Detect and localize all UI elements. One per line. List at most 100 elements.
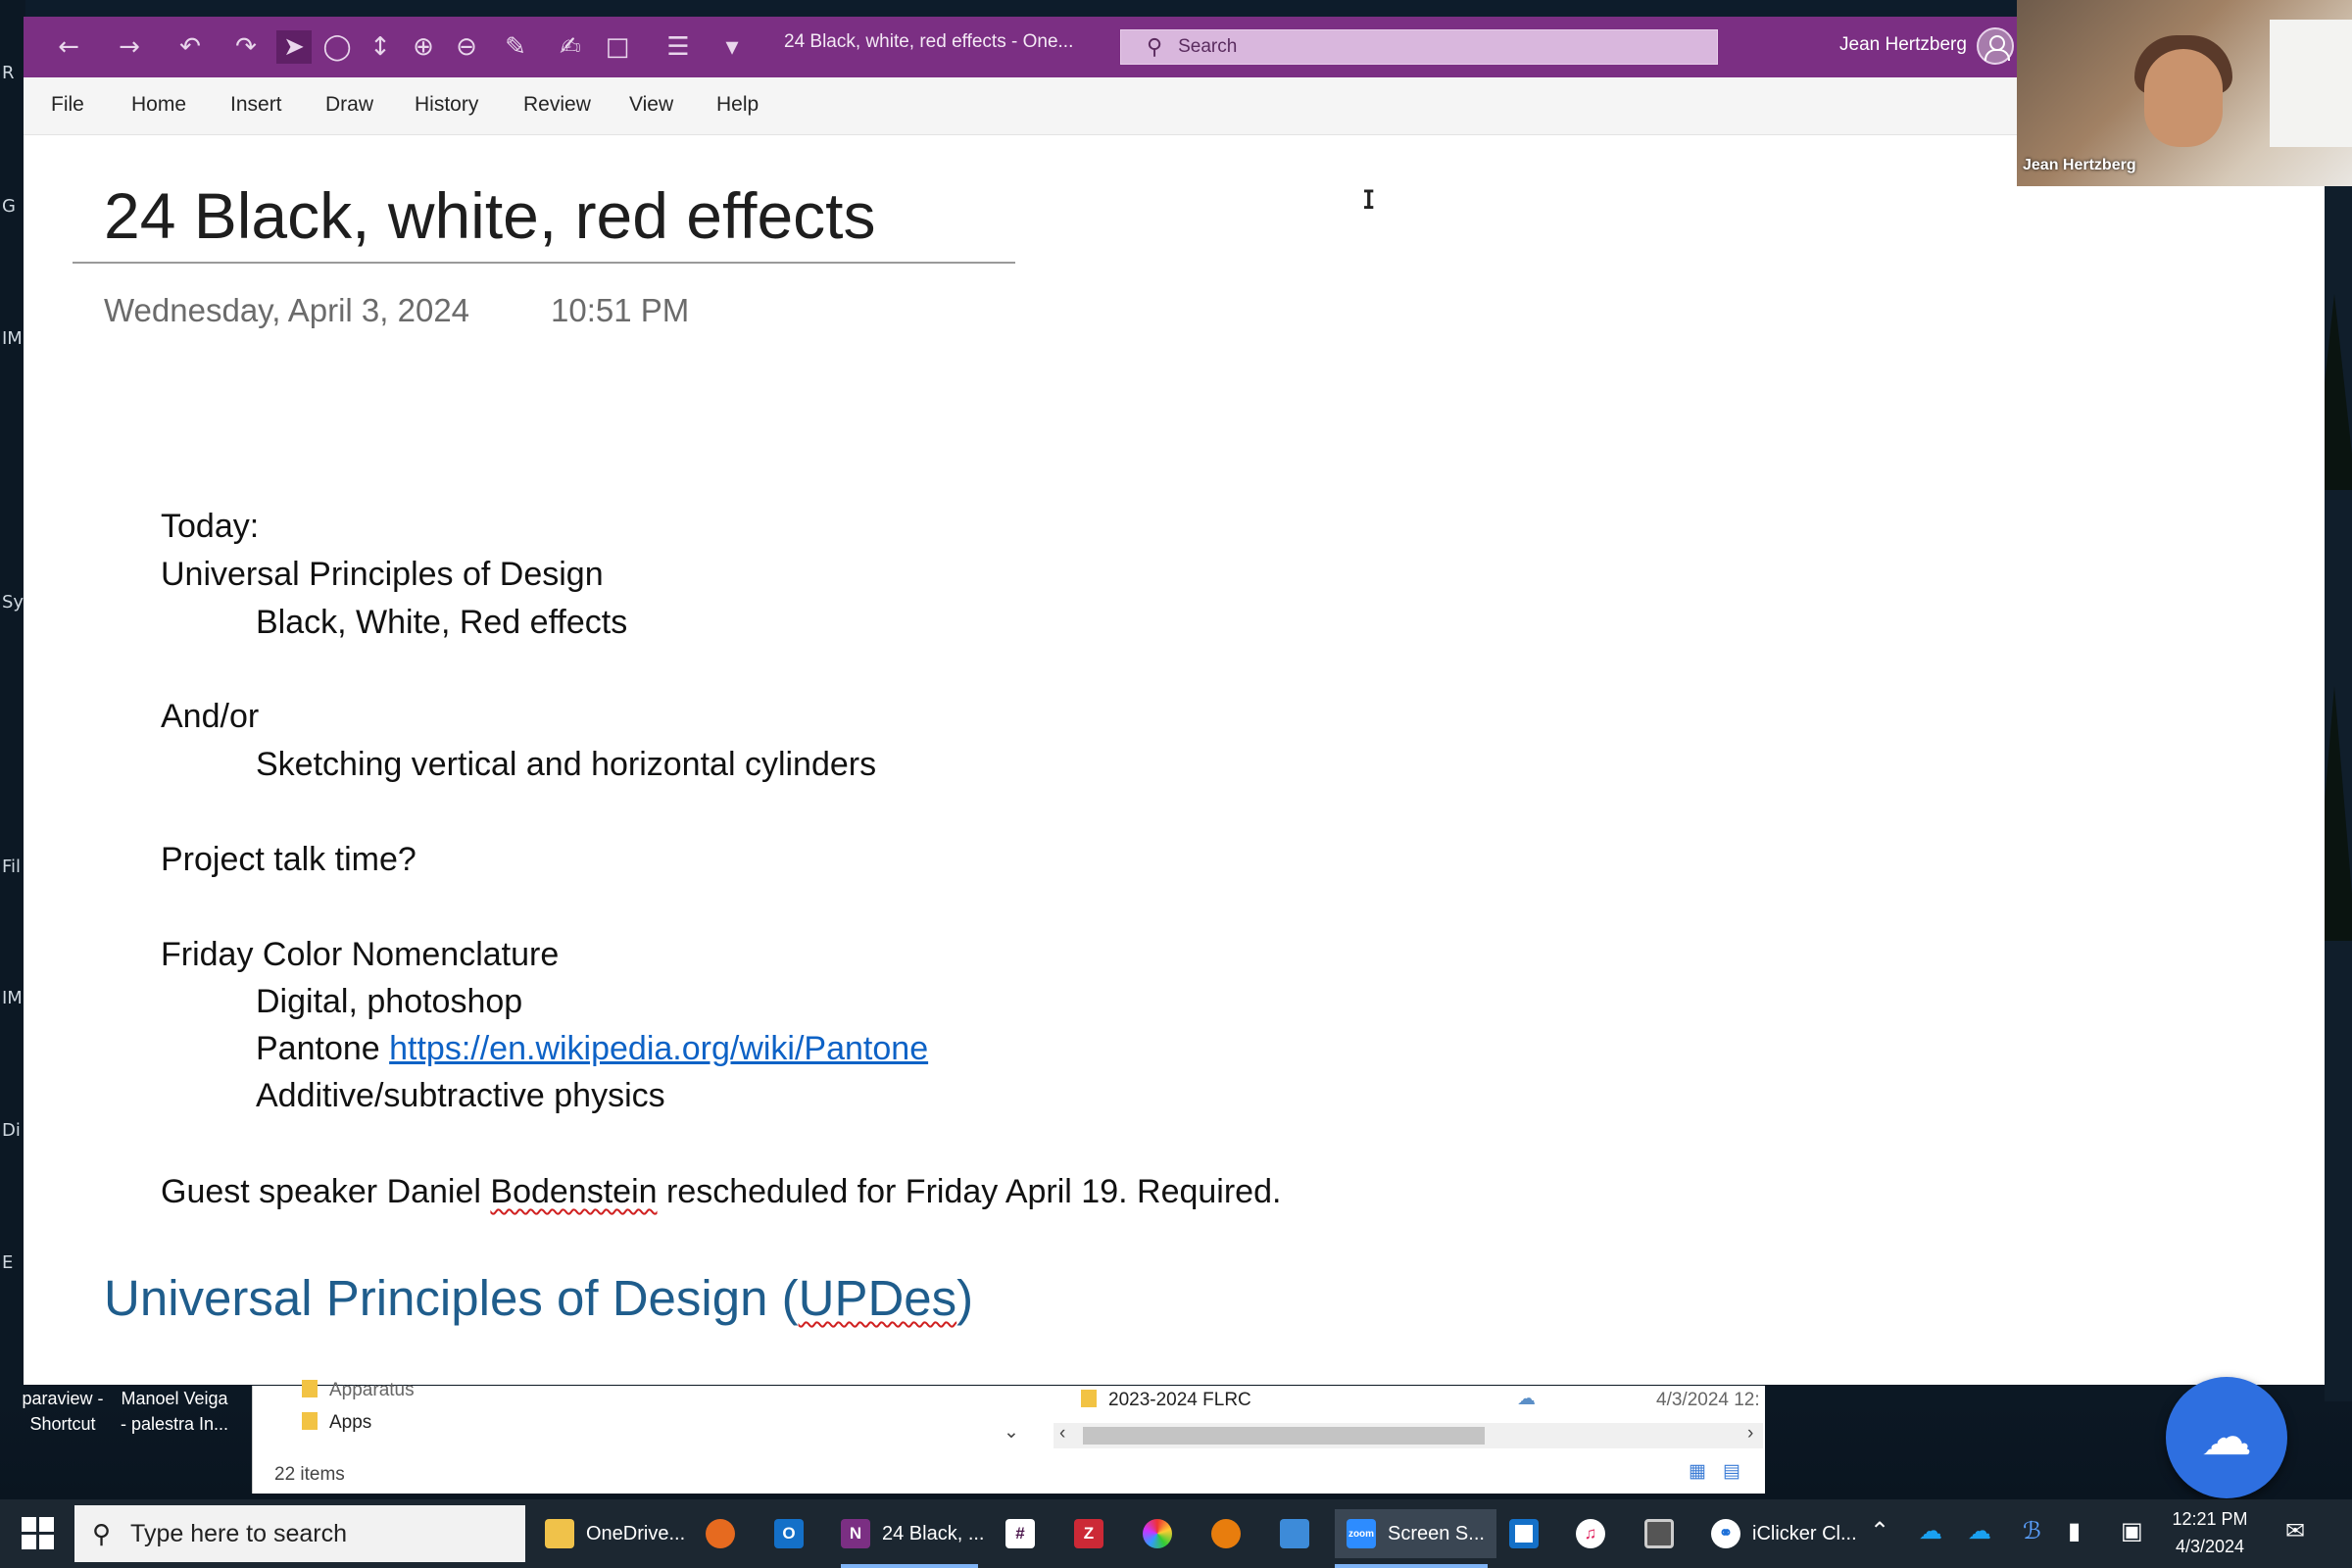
misspelled-word: UPDes [798,1270,957,1326]
ruler-icon[interactable]: ☰ [655,30,702,64]
undo-icon[interactable]: ↶ [171,30,210,64]
cloud-status-icon: ☁ [1517,1389,1536,1409]
note-line[interactable]: Sketching vertical and horizontal cylind… [256,746,876,784]
pen-icon[interactable]: ✎ [494,30,537,64]
user-name[interactable]: Jean Hertzberg [1839,34,1967,56]
onedrive-cloud-icon[interactable]: ☁ [1968,1517,1991,1544]
onenote-window: ← → ↶ ↷ ➤ ◯ ↕ ⊕ ⊖ ✎ ✍ □ ☰ ▾ 24 Black, wh… [24,17,2325,1385]
customize-toolbar-icon[interactable]: ▾ [717,30,747,64]
network-icon[interactable]: ▣ [2121,1517,2143,1544]
taskbar-app-iclicker[interactable]: ⚭ iClicker Cl... [1711,1509,1857,1558]
taskbar-app-itunes[interactable]: ♫ [1576,1509,1617,1558]
scroll-right-icon[interactable]: › [1747,1423,1753,1445]
page-date: Wednesday, April 3, 2024 [104,292,470,328]
taskbar-search-input[interactable] [128,1518,417,1549]
note-line[interactable]: Today: [161,508,259,546]
zoom-in-icon[interactable]: ⊕ [406,30,441,64]
taskbar-app-color-picker[interactable] [1143,1509,1184,1558]
chevron-up-icon[interactable]: ⌃ [1870,1517,1889,1544]
note-line[interactable]: Digital, photoshop [256,983,522,1021]
tiles-view-icon[interactable]: ▤ [1723,1460,1740,1483]
note-line[interactable]: Guest speaker Daniel Bodenstein reschedu… [161,1173,1281,1211]
tab-file[interactable]: File [51,93,84,117]
taskbar-search[interactable]: ⚲ [74,1505,525,1562]
desktop-fragment: Sy [2,592,24,612]
taskbar-app-onenote[interactable]: N 24 Black, ... [841,1509,985,1558]
taskbar-app-window[interactable] [1509,1509,1550,1558]
search-box[interactable]: ⚲ [1120,29,1718,65]
search-input[interactable] [1176,35,1690,59]
taskbar-app-firefox[interactable] [706,1509,747,1558]
shapes-icon[interactable]: □ [596,30,639,64]
desktop-icon-manoel-veiga[interactable]: Manoel Veiga - palestra In... [116,1386,233,1437]
taskbar-clock[interactable]: 12:21 PM 4/3/2024 [2156,1505,2264,1560]
note-line[interactable]: Additive/subtractive physics [256,1077,665,1115]
participant-face [2144,49,2223,147]
heading-text: ) [956,1270,974,1326]
back-icon[interactable]: ← [49,30,88,64]
taskbar-app-blender[interactable] [1211,1509,1252,1558]
horizontal-scrollbar[interactable]: ‹ › [1054,1423,1763,1448]
cloud-sync-button[interactable]: ☁ [2166,1377,2287,1498]
notifications-icon[interactable]: ✉ [2285,1517,2305,1544]
insert-space-icon[interactable]: ↕ [363,30,398,64]
taskbar-app-remote-desktop[interactable] [1280,1509,1321,1558]
taskbar-app-label: Screen S... [1388,1522,1485,1544]
folder-item[interactable]: Apps [302,1412,371,1434]
pantone-link[interactable]: https://en.wikipedia.org/wiki/Pantone [389,1030,928,1067]
redo-icon[interactable]: ↷ [229,30,263,64]
heading-text: Universal Principles of Design ( [104,1270,799,1326]
taskbar-app-zoom[interactable]: zoom Screen S... [1335,1509,1496,1558]
video-thumbnail[interactable]: Jean Hertzberg [2017,0,2352,186]
misspelled-word: Bodenstein [490,1173,658,1210]
battery-icon[interactable]: ▮ [2068,1517,2081,1544]
note-line[interactable]: Black, White, Red effects [256,604,627,642]
tab-draw[interactable]: Draw [325,93,373,117]
document-title: 24 Black, white, red effects - One... [784,31,1074,52]
section-heading[interactable]: Universal Principles of Design (UPDes) [104,1269,973,1327]
tab-insert[interactable]: Insert [230,93,282,117]
taskbar-app-onedrive[interactable]: OneDrive... [545,1509,685,1558]
tab-history[interactable]: History [415,93,478,117]
note-line[interactable]: Pantone https://en.wikipedia.org/wiki/Pa… [256,1030,928,1068]
scrollbar-thumb[interactable] [1083,1427,1485,1445]
tab-home[interactable]: Home [131,93,186,117]
scroll-left-icon[interactable]: ‹ [1059,1423,1065,1445]
taskbar-app-slack[interactable]: # [1005,1509,1047,1558]
ink-to-text-icon[interactable]: ✍ [553,30,588,64]
note-line[interactable]: And/or [161,698,259,736]
desktop-left-strip: R G IM Sy Fil IM Di E [0,0,25,1392]
folder-icon [545,1519,574,1548]
page-title[interactable]: 24 Black, white, red effects [104,178,876,253]
details-view-icon[interactable]: ▦ [1689,1460,1706,1483]
firefox-icon [706,1519,735,1548]
taskbar-app-outlook[interactable]: O [774,1509,815,1558]
zoom-out-icon[interactable]: ⊖ [449,30,484,64]
taskbar-app-zotero[interactable]: Z [1074,1509,1115,1558]
select-tool-icon[interactable]: ➤ [276,30,312,64]
taskbar-app-viewer[interactable] [1644,1509,1686,1558]
tab-view[interactable]: View [629,93,673,117]
note-line[interactable]: Project talk time? [161,841,416,879]
windows-start-icon[interactable] [22,1517,55,1550]
bluetooth-icon[interactable]: ℬ [2023,1517,2041,1544]
tab-review[interactable]: Review [523,93,591,117]
file-date: 4/3/2024 12: [1656,1390,1760,1410]
desktop-fragment: G [2,196,16,217]
onedrive-cloud-icon[interactable]: ☁ [1919,1517,1942,1544]
user-avatar-icon[interactable] [1977,27,2014,65]
outlook-icon: O [774,1519,804,1548]
note-line[interactable]: Friday Color Nomenclature [161,936,559,974]
forward-icon[interactable]: → [110,30,149,64]
viewer-icon [1644,1519,1674,1548]
desktop-icon-paraview[interactable]: paraview - Shortcut [14,1386,112,1437]
note-text: Pantone [256,1030,390,1067]
monitor-icon [1280,1519,1309,1548]
folder-item[interactable]: Apparatus [302,1380,415,1401]
chevron-down-icon[interactable]: ⌄ [1004,1421,1019,1444]
participant-name: Jean Hertzberg [2023,157,2136,173]
tab-help[interactable]: Help [716,93,759,117]
file-row[interactable]: 2023-2024 FLRC [1081,1390,1251,1411]
lasso-icon[interactable]: ◯ [319,30,355,64]
note-line[interactable]: Universal Principles of Design [161,556,604,594]
